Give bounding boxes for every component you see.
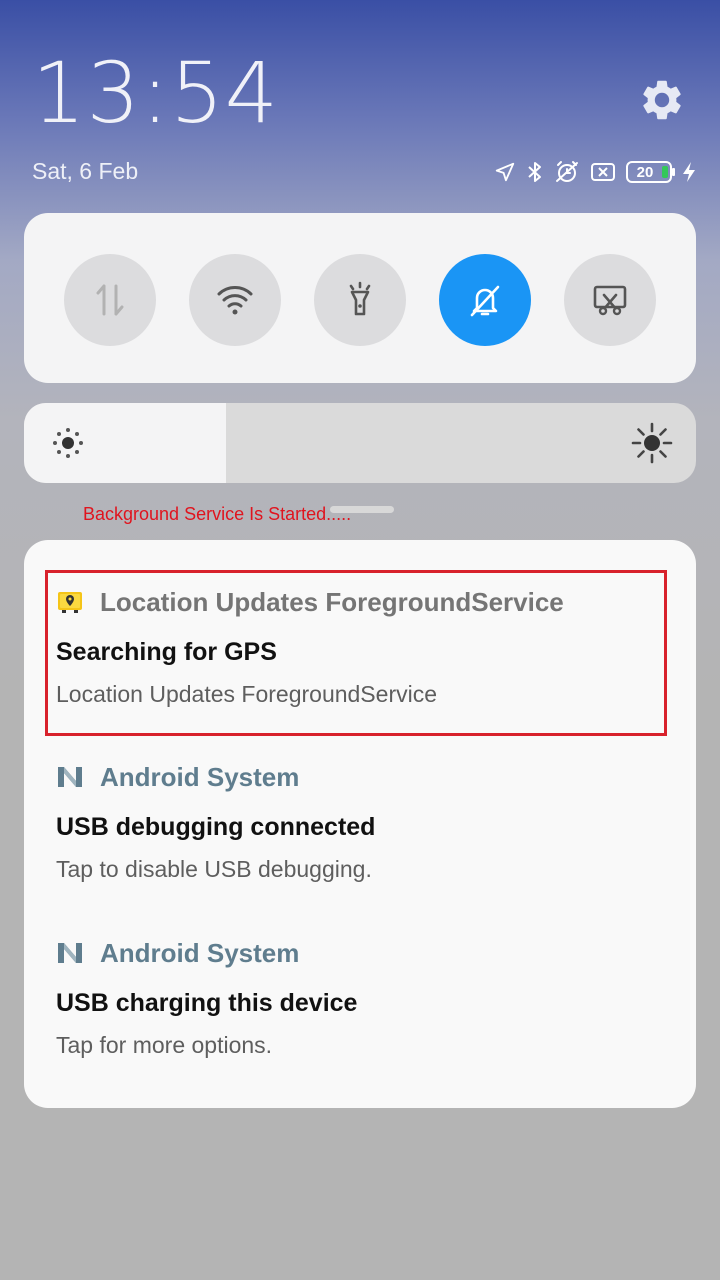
alarm-off-icon <box>554 159 580 185</box>
notification-title: USB debugging connected <box>56 813 376 841</box>
notification-title: USB charging this device <box>56 989 358 1017</box>
notification-app-name: Android System <box>100 761 300 792</box>
date-label[interactable]: Sat, 6 Feb <box>32 158 138 185</box>
battery-icon: 20 <box>626 161 675 183</box>
wifi-icon <box>217 286 253 315</box>
android-n-icon <box>56 939 84 967</box>
gear-icon <box>643 80 681 120</box>
screenshot-toggle[interactable] <box>564 254 656 346</box>
location-arrow-icon <box>494 161 516 183</box>
screenshot-scissors-icon <box>593 285 627 316</box>
highlight-annotation-box <box>45 570 667 736</box>
notification-text: Tap to disable USB debugging. <box>56 856 372 882</box>
silent-mode-toggle[interactable] <box>439 254 531 346</box>
android-n-icon <box>56 763 84 791</box>
notification-text: Tap for more options. <box>56 1032 273 1058</box>
bell-off-icon <box>470 285 500 317</box>
battery-level: 20 <box>636 163 654 181</box>
sim-none-icon <box>590 161 616 183</box>
notification-usb-debugging[interactable]: Android System USB debugging connected T… <box>56 759 666 883</box>
settings-button[interactable] <box>638 76 686 124</box>
bluetooth-icon <box>526 160 544 184</box>
quick-settings-panel <box>24 213 696 383</box>
mobile-data-toggle[interactable] <box>64 254 156 346</box>
notification-usb-charging[interactable]: Android System USB charging this device … <box>56 935 666 1059</box>
brightness-slider[interactable] <box>24 403 696 483</box>
wifi-toggle[interactable] <box>189 254 281 346</box>
brightness-high-icon <box>630 421 674 470</box>
flashlight-icon <box>349 281 371 316</box>
brightness-low-icon <box>50 425 86 466</box>
background-service-label: Background Service Is Started..... <box>83 504 352 524</box>
flashlight-toggle[interactable] <box>314 254 406 346</box>
clock[interactable]: 13:54 <box>32 44 279 142</box>
data-arrows-icon <box>96 284 124 316</box>
status-bar-icons: 20 <box>494 156 696 188</box>
charging-bolt-icon <box>682 161 696 183</box>
notification-app-name: Android System <box>100 937 300 968</box>
